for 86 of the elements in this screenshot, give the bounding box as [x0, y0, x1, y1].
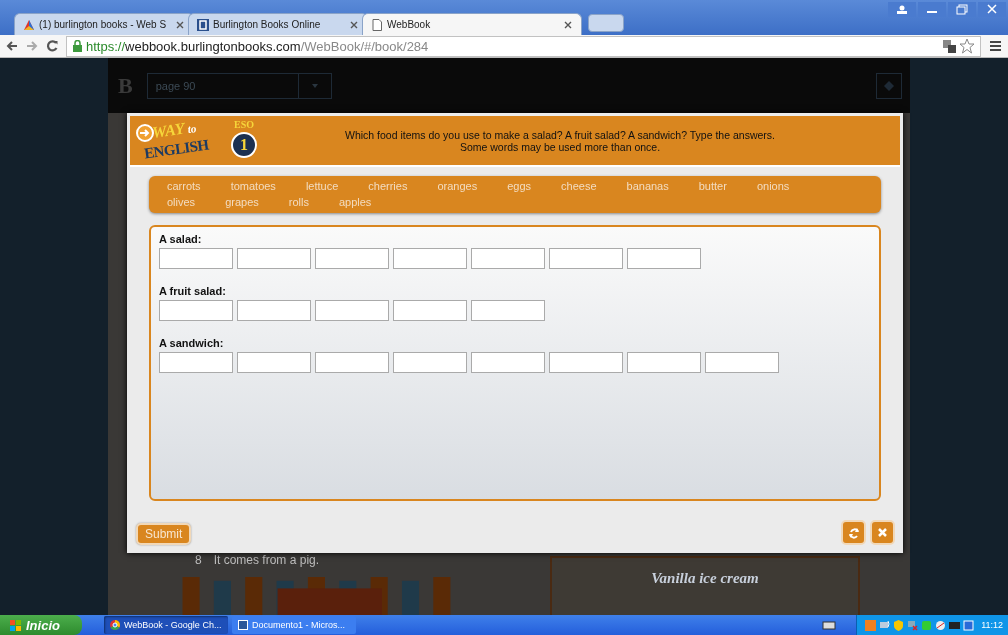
answer-field[interactable] — [315, 352, 389, 373]
refresh-icon — [847, 526, 860, 539]
page-icon — [371, 18, 383, 31]
star-icon[interactable] — [959, 38, 975, 54]
answer-field[interactable] — [393, 248, 467, 269]
word-bank-item: onions — [756, 179, 790, 194]
tray-app-icon[interactable] — [921, 619, 933, 631]
group-label: A sandwich: — [159, 337, 224, 349]
close-icon[interactable] — [175, 19, 185, 30]
word-bank-item: tomatoes — [230, 179, 276, 194]
network-icon[interactable] — [879, 619, 891, 631]
answer-field[interactable] — [627, 248, 701, 269]
restore-icon[interactable] — [948, 2, 976, 17]
windows-logo-icon — [10, 619, 21, 631]
monitor-icon[interactable] — [949, 619, 961, 631]
answer-field[interactable] — [393, 352, 467, 373]
level-badge: 1 — [231, 132, 257, 158]
answer-field[interactable] — [159, 248, 233, 269]
caret-icon — [311, 83, 318, 88]
tray-app-icon[interactable] — [963, 619, 975, 631]
answer-field[interactable] — [471, 300, 545, 321]
word-bank-item: apples — [338, 195, 372, 210]
back-arrow-icon[interactable] — [6, 40, 18, 52]
answer-field[interactable] — [159, 352, 233, 373]
url-text: https://webbook.burlingtonbooks.com/WebBook/#/book/284 — [86, 38, 429, 54]
word-bank-item: lettuce — [305, 179, 339, 194]
item-text: It comes from a pig. — [213, 553, 320, 567]
answer-field[interactable] — [315, 248, 389, 269]
answer-field[interactable] — [705, 352, 779, 373]
word-bank-item: carrots — [167, 179, 201, 194]
level-tag: ESO — [234, 119, 254, 130]
answer-field[interactable] — [237, 352, 311, 373]
shield-icon[interactable] — [893, 619, 905, 631]
browser-tab[interactable]: WebBook — [362, 13, 582, 35]
word-bank-item: cheese — [561, 179, 597, 194]
clock: 11:12 — [981, 620, 1003, 630]
close-button[interactable] — [870, 520, 895, 545]
answer-field[interactable] — [627, 352, 701, 373]
forward-arrow-icon[interactable] — [26, 40, 38, 52]
group-label: A fruit salad: — [159, 285, 226, 297]
close-icon[interactable] — [563, 19, 573, 30]
card-caption: Vanilla ice cream — [651, 570, 759, 588]
word-bank-item: oranges — [437, 179, 478, 194]
word-bank-item: butter — [698, 179, 727, 194]
word-bank-item: bananas — [626, 179, 669, 194]
word-bank-item: cherries — [368, 179, 408, 194]
answer-field[interactable] — [159, 300, 233, 321]
taskbar-item[interactable]: WebBook - Google Ch... — [104, 616, 228, 634]
reload-icon[interactable] — [46, 40, 58, 52]
logo-word: to — [186, 121, 197, 136]
start-button[interactable]: Inicio — [0, 615, 82, 635]
answer-field[interactable] — [471, 248, 545, 269]
tray-app-icon[interactable] — [935, 619, 947, 631]
instruction-text: Some words may be used more than once. — [459, 140, 661, 153]
reset-button[interactable] — [841, 520, 866, 545]
word-bank-item: rolls — [288, 195, 309, 210]
answer-field[interactable] — [549, 352, 623, 373]
answer-field[interactable] — [549, 248, 623, 269]
answer-field[interactable] — [237, 248, 311, 269]
group-label: A salad: — [159, 233, 202, 245]
menu-icon[interactable] — [989, 40, 1002, 52]
answer-field[interactable] — [315, 300, 389, 321]
word-bank-item: grapes — [225, 195, 259, 210]
close-icon[interactable] — [978, 2, 1006, 17]
close-icon[interactable] — [349, 19, 359, 30]
new-tab-button[interactable] — [588, 14, 624, 32]
nav-button[interactable] — [876, 72, 902, 99]
answer-field[interactable] — [471, 352, 545, 373]
word-bank-item: eggs — [507, 179, 532, 194]
translate-icon[interactable] — [943, 39, 956, 53]
close-icon — [877, 527, 888, 538]
lock-icon — [72, 40, 83, 52]
answer-field[interactable] — [393, 300, 467, 321]
triangle-icon — [23, 18, 35, 31]
profile-icon[interactable] — [888, 2, 916, 17]
address-bar[interactable]: https://webbook.burlingtonbooks.com/WebBook/#/book/284 — [66, 35, 981, 57]
network-error-icon[interactable] — [907, 619, 919, 631]
answer-field[interactable] — [237, 300, 311, 321]
browser-icon — [110, 620, 120, 630]
item-number: 8 — [195, 553, 202, 567]
keyboard-icon[interactable] — [822, 619, 837, 631]
diamond-icon — [882, 79, 896, 92]
word-bank-item: olives — [167, 195, 196, 210]
instruction-text: Which food items do you use to make a salad? A fruit salad? A sandwich? Type the answers. — [345, 128, 775, 141]
taskbar-item[interactable]: Documento1 - Micros... — [232, 616, 356, 634]
document-icon — [238, 620, 248, 630]
